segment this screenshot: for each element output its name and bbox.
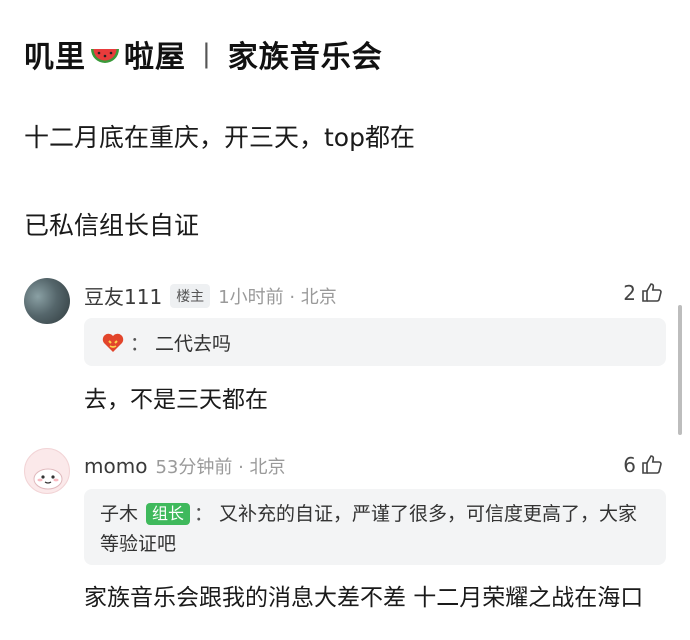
title-part-1: 叽里 (24, 40, 86, 75)
quote-author[interactable]: 子木 (100, 503, 138, 525)
avatar[interactable] (24, 448, 70, 494)
title-part-2: 啦屋 (124, 40, 186, 75)
like-button[interactable]: 2 (623, 281, 664, 305)
post-body-line: 十二月底在重庆，开三天，top都在 (24, 123, 415, 152)
like-button[interactable]: 6 (623, 453, 664, 477)
scrollbar[interactable] (678, 305, 682, 435)
comment-meta: 豆友111 楼主 1小时前 · 北京 (84, 281, 337, 310)
comment-text: 家族音乐会跟我的消息大差不差 十二月荣耀之战在海口 (84, 585, 644, 611)
op-badge: 楼主 (170, 283, 211, 308)
thumbs-up-icon (642, 283, 662, 302)
comment-time: 1小时前 · 北京 (218, 286, 337, 308)
title-separator: | (202, 39, 212, 69)
avatar[interactable] (24, 278, 70, 324)
quote-colon: ： (194, 503, 214, 525)
post-body-line: 已私信组长自证 (24, 211, 200, 240)
like-count: 2 (623, 281, 636, 305)
leader-tag: 组长 (146, 503, 191, 525)
comment-text: 去，不是三天都在 (84, 387, 268, 413)
quote-colon: ： (130, 332, 150, 355)
username[interactable]: momo (84, 454, 147, 478)
heart-eyes-emoji-icon (102, 333, 124, 352)
like-count: 6 (623, 453, 636, 477)
username[interactable]: 豆友111 (84, 281, 162, 310)
quote-text: 二代去吗 (155, 332, 232, 355)
quoted-comment[interactable]: ： 二代去吗 (84, 318, 666, 366)
cartoon-avatar-icon (33, 468, 63, 490)
thumbs-up-icon (642, 455, 662, 474)
post-title: 叽里 啦屋 | 家族音乐会 (24, 30, 383, 78)
comment-time: 53分钟前 · 北京 (155, 457, 286, 478)
comment-meta: momo 53分钟前 · 北京 (84, 453, 286, 479)
group-name[interactable]: 家族音乐会 (228, 32, 383, 76)
quoted-comment[interactable]: 子木 组长：又补充的自证，严谨了很多，可信度更高了，大家等验证吧 (84, 489, 666, 565)
watermelon-icon (91, 49, 119, 63)
